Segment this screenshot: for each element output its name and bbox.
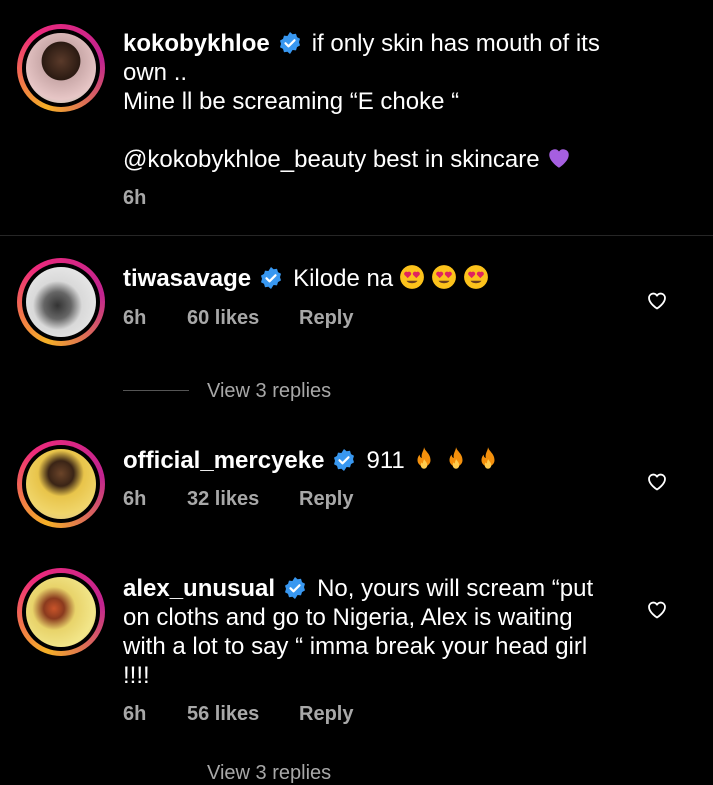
avatar-kokobykhloe[interactable] — [17, 24, 105, 112]
thread-line — [123, 390, 189, 391]
caption-username[interactable]: kokobykhloe — [123, 30, 270, 57]
caption-text-line3: Mine ll be screaming “E choke “ — [123, 88, 460, 115]
likes-count-link[interactable]: 56 likes — [187, 703, 259, 726]
caption-text-line4: best in skincare — [366, 146, 540, 173]
heart-eyes-emoji-icon — [432, 265, 457, 289]
comment-username[interactable]: official_mercyeke — [123, 447, 324, 474]
comment-text-line3: with a lot to say “ imma break your head… — [123, 633, 588, 660]
divider — [0, 235, 713, 236]
heart-eyes-emoji-icon — [464, 265, 489, 289]
reply-button[interactable]: Reply — [299, 307, 353, 330]
comment-username[interactable]: tiwasavage — [123, 265, 251, 292]
caption-text-line1: if only skin has mouth of its — [311, 30, 600, 57]
comment-text-line4: !!!! — [123, 662, 150, 689]
likes-count-link[interactable]: 60 likes — [187, 307, 259, 330]
caption-time: 6h — [123, 187, 147, 209]
comment-time: 6h — [123, 488, 147, 510]
like-heart-icon[interactable] — [645, 597, 669, 621]
comment-time: 6h — [123, 307, 147, 329]
comment-text: Kilode na — [293, 265, 394, 292]
verified-badge-icon — [279, 32, 300, 54]
reply-button[interactable]: Reply — [299, 488, 353, 511]
reply-button[interactable]: Reply — [299, 703, 353, 726]
view-replies-button-partial[interactable]: View 3 replies — [207, 762, 331, 785]
avatar-alex-unusual[interactable] — [17, 568, 105, 656]
like-heart-icon[interactable] — [645, 288, 669, 312]
caption-text-line2: own .. — [123, 59, 188, 86]
comment-text-line1: No, yours will scream “put — [317, 575, 594, 602]
caption-mention-link[interactable]: @kokobykhloe_beauty — [123, 146, 366, 173]
fire-emoji-icon — [417, 447, 431, 469]
fire-emoji-icon — [449, 447, 463, 469]
view-replies-label: View 3 replies — [207, 380, 332, 402]
heart-eyes-emoji-icon — [400, 265, 425, 289]
comment-username[interactable]: alex_unusual — [123, 575, 275, 602]
fire-emoji-icon — [481, 447, 495, 469]
avatar-official-mercyeke[interactable] — [17, 440, 105, 528]
avatar-tiwasavage[interactable] — [17, 258, 105, 346]
comment-text-line2: on cloths and go to Nigeria, Alex is wai… — [123, 604, 573, 631]
comment-text: 911 — [366, 447, 405, 474]
likes-count-link[interactable]: 32 likes — [187, 488, 259, 511]
comment-time: 6h — [123, 703, 147, 725]
verified-badge-icon — [334, 449, 355, 471]
verified-badge-icon — [285, 577, 306, 599]
purple-heart-icon — [548, 149, 569, 168]
post-caption: kokobykhloe if only skin has mouth of its… — [0, 0, 713, 236]
verified-badge-icon — [261, 267, 282, 289]
like-heart-icon[interactable] — [645, 469, 669, 493]
